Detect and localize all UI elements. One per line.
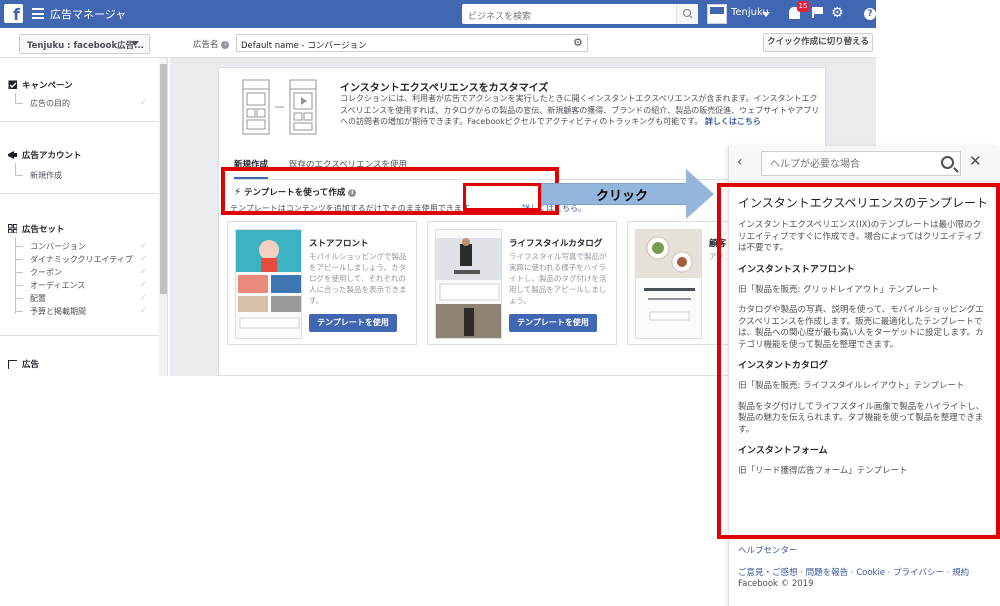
tree-tick xyxy=(15,298,23,299)
nav-item-dynamic-creative[interactable]: ダイナミッククリエイティブ xyxy=(30,254,133,265)
help-center-link[interactable]: ヘルプセンター xyxy=(738,546,798,556)
tree-tick xyxy=(15,285,23,286)
storefront-preview-image xyxy=(235,229,302,339)
nav-ad-label[interactable]: 広告 xyxy=(22,358,39,370)
tree-line xyxy=(15,163,16,175)
nav-section-account: 広告アカウント 新規作成 xyxy=(0,122,159,194)
tree-tick xyxy=(15,103,23,104)
search-icon xyxy=(682,8,693,19)
template-title: ストアフロント xyxy=(309,239,369,249)
nav-item-objective[interactable]: 広告の目的 xyxy=(30,98,70,109)
flag-icon[interactable] xyxy=(812,7,823,18)
customer-preview xyxy=(636,230,701,321)
menu-icon[interactable] xyxy=(32,8,44,19)
nav-item-audience[interactable]: オーディエンス xyxy=(30,280,85,291)
use-template-button[interactable]: テンプレートを使用 xyxy=(309,314,397,332)
help-footer: ヘルプセンター ご意見・ご感想 · 問題を報告 · Cookie · プライバシ… xyxy=(738,546,988,591)
template-text: ライフスタイル写真で製品が実際に使われる様子をハイライトし、製品のタグ付けを活用… xyxy=(509,252,607,305)
avatar[interactable] xyxy=(707,4,727,24)
top-bar: f 広告マネージャ Tenjuku 15 ⚙ ? xyxy=(0,0,876,28)
copyright: Facebook © 2019 xyxy=(738,579,814,589)
nav-item-placement[interactable]: 配置 xyxy=(30,293,46,304)
card-description: コレクションには、利用者が広告でアクションを実行したときに開くインスタントエクス… xyxy=(340,93,820,128)
instant-experience-illustration xyxy=(242,79,317,135)
help-search-input[interactable] xyxy=(762,153,932,176)
chevron-down-icon[interactable] xyxy=(131,41,139,46)
quick-create-button[interactable]: クイック作成に切り替える xyxy=(763,33,873,52)
template-title: ライフスタイルカタログ xyxy=(509,239,603,249)
check-icon: ✓ xyxy=(140,280,147,289)
arrow-right-icon xyxy=(686,169,714,219)
left-nav: キャンペーン 広告の目的 ✓ 広告アカウント 新規作成 広告セット コンバージョ… xyxy=(0,58,168,376)
checkbox-icon xyxy=(8,80,17,89)
footer-links[interactable]: ご意見・ご感想 · 問題を報告 · Cookie · プライバシー · 規約 xyxy=(738,568,969,578)
nav-account-label[interactable]: 広告アカウント xyxy=(22,149,82,161)
lifestyle-preview xyxy=(436,238,501,338)
tree-tick xyxy=(15,175,23,176)
nav-item-conversion[interactable]: コンバージョン xyxy=(30,241,86,252)
template-card-storefront[interactable]: ストアフロント モバイルショッピングで製品をアピールしましょう。カタログを使用し… xyxy=(227,221,417,345)
storefront-preview xyxy=(236,230,301,329)
search-button[interactable] xyxy=(676,4,698,24)
tree-tick xyxy=(15,311,23,312)
nav-item-new[interactable]: 新規作成 xyxy=(30,170,62,181)
nav-adset-label[interactable]: 広告セット xyxy=(22,223,65,235)
check-icon: ✓ xyxy=(140,241,147,250)
tree-tick xyxy=(15,272,23,273)
business-search xyxy=(462,4,698,27)
tree-line xyxy=(15,237,16,314)
tree-line xyxy=(15,93,16,103)
check-icon: ✓ xyxy=(140,254,147,263)
card-title: インスタントエクスペリエンスをカスタマイズ xyxy=(340,83,549,94)
nav-item-coupon[interactable]: クーポン xyxy=(30,267,62,278)
grid-icon xyxy=(8,224,17,233)
ad-icon xyxy=(8,360,17,369)
info-icon[interactable]: i xyxy=(221,40,230,49)
sub-bar: Tenjuku : facebook広告... 広告名 i ⚙ クイック作成に切… xyxy=(0,28,876,58)
tree-tick xyxy=(15,259,23,260)
nav-campaign-label[interactable]: キャンペーン xyxy=(22,79,73,91)
click-annotation-label: クリック xyxy=(596,189,649,204)
search-icon[interactable] xyxy=(941,156,954,169)
page: f 広告マネージャ Tenjuku 15 ⚙ ? Tenjuku : faceb… xyxy=(0,0,1000,606)
megaphone-icon xyxy=(8,151,17,159)
check-icon: ✓ xyxy=(140,293,147,302)
close-icon[interactable]: ✕ xyxy=(969,154,982,169)
nav-scrollbar[interactable] xyxy=(159,58,167,376)
back-icon[interactable]: ‹ xyxy=(737,155,743,169)
help-icon[interactable]: ? xyxy=(864,8,876,20)
ad-name-label: 広告名 i xyxy=(193,38,230,50)
learn-more-link[interactable]: 詳しくはこちら xyxy=(705,117,761,126)
help-highlight-box xyxy=(717,183,1000,539)
template-text: モバイルショッピングで製品をアピールしましょう。カタログを使用して、それぞれの人… xyxy=(309,252,407,305)
customer-preview-image xyxy=(635,229,702,339)
help-panel-header: ‹ ✕ xyxy=(729,146,1000,182)
use-template-button[interactable]: テンプレートを使用 xyxy=(509,314,597,332)
app-title: 広告マネージャ xyxy=(50,8,127,21)
facebook-logo-icon[interactable]: f xyxy=(4,4,23,23)
check-icon: ✓ xyxy=(140,306,147,315)
scrollbar-thumb[interactable] xyxy=(160,64,167,294)
ad-name-label-text: 広告名 xyxy=(193,40,219,50)
nav-section-campaign: キャンペーン 広告の目的 ✓ xyxy=(0,58,159,122)
chevron-down-icon[interactable] xyxy=(762,12,770,17)
business-search-input[interactable] xyxy=(462,7,674,27)
lifestyle-preview-image xyxy=(435,229,502,339)
gear-icon[interactable]: ⚙ xyxy=(831,6,844,20)
tree-tick xyxy=(15,246,23,247)
gear-icon[interactable]: ⚙ xyxy=(573,37,583,48)
nav-section-adset: 広告セット コンバージョン ダイナミッククリエイティブ クーポン オーディエンス… xyxy=(0,194,159,336)
nav-section-ad: 広告 xyxy=(0,336,159,376)
ad-name-input[interactable] xyxy=(236,34,588,52)
check-icon: ✓ xyxy=(140,98,147,107)
check-icon: ✓ xyxy=(140,267,147,276)
template-card-lifestyle[interactable]: ライフスタイルカタログ ライフスタイル写真で製品が実際に使われる様子をハイライト… xyxy=(427,221,617,345)
nav-item-budget[interactable]: 予算と掲載期間 xyxy=(30,306,86,317)
link-highlight-box xyxy=(463,183,541,211)
help-search xyxy=(761,151,961,176)
notification-badge: 15 xyxy=(797,1,809,12)
